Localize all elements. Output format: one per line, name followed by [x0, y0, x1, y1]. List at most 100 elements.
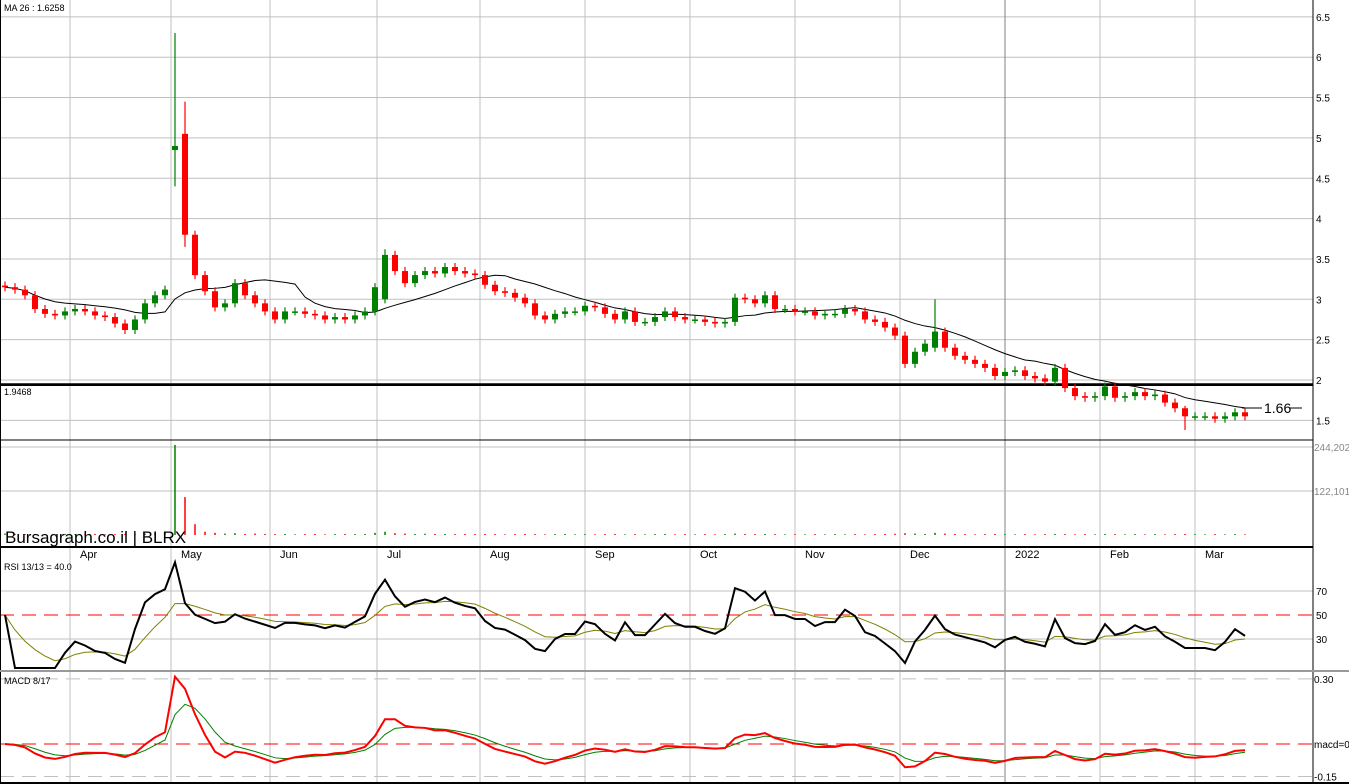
candle-body: [722, 321, 728, 324]
candle-body: [62, 311, 68, 316]
candle-body: [812, 311, 818, 316]
candle-body: [1102, 386, 1108, 397]
candle-body: [742, 297, 748, 300]
candle-body: [282, 311, 288, 320]
candle-body: [1222, 416, 1228, 419]
candle-body: [752, 299, 758, 304]
candle-body: [1192, 416, 1198, 418]
candle-body: [392, 254, 398, 272]
candle-body: [852, 308, 858, 312]
candle-body: [322, 315, 328, 320]
candle-body: [782, 308, 788, 311]
price-tick-label: 1.5: [1316, 416, 1330, 427]
rsi-tick-label: 70: [1316, 587, 1328, 598]
macd-tick-label: -0.15: [1314, 773, 1337, 784]
candle-body: [632, 311, 638, 322]
macd-label: MACD 8/17: [4, 676, 51, 686]
brand-watermark: Bursagraph.co.il | BLRX: [5, 528, 186, 547]
candle-body: [212, 291, 218, 308]
candle-body: [72, 308, 78, 312]
candle-body: [892, 327, 898, 336]
candle-body: [992, 367, 998, 376]
candle-body: [382, 254, 388, 300]
candle-body: [552, 313, 558, 320]
rsi-tick-label: 50: [1316, 611, 1328, 622]
candle-body: [1032, 375, 1038, 379]
candle-body: [462, 271, 468, 274]
ma-label: MA 26 : 1.6258: [4, 3, 65, 13]
candle-body: [272, 311, 278, 320]
price-tick-label: 6: [1316, 53, 1322, 64]
candle-body: [912, 351, 918, 364]
candle-body: [312, 313, 318, 316]
candle-body: [12, 287, 18, 290]
candle-body: [1232, 412, 1238, 417]
price-tick-label: 6.5: [1316, 13, 1330, 24]
candle-body: [762, 295, 768, 304]
stock-chart: 6.5 6 5.5 5 4.5 4 3.5 3 2.5 2 1.5 Apr May Jun Jul Aug Se…: [0, 0, 1349, 784]
candle-body: [562, 311, 568, 314]
candle-body: [1242, 412, 1248, 417]
candle-body: [52, 313, 58, 316]
candle-body: [512, 292, 518, 298]
candle-body: [772, 295, 778, 309]
month-label: Jun: [280, 549, 298, 561]
candle-body: [1122, 396, 1128, 398]
candle-body: [922, 343, 928, 352]
candle-body: [1062, 367, 1068, 389]
price-tick-label: 2: [1316, 376, 1322, 387]
candle-body: [822, 313, 828, 316]
candle-body: [1132, 392, 1138, 397]
candle-body: [422, 271, 428, 276]
candle-body: [712, 321, 718, 324]
month-label: Dec: [910, 549, 930, 561]
candle-body: [732, 297, 738, 322]
month-label: Feb: [1110, 549, 1129, 561]
candle-body: [842, 308, 848, 314]
price-tick-label: 3: [1316, 295, 1322, 306]
month-label: Nov: [805, 549, 825, 561]
candle-body: [522, 297, 528, 304]
month-label: Aug: [490, 549, 510, 561]
candle-body: [1072, 388, 1078, 397]
month-label: May: [181, 549, 202, 561]
candle-body: [262, 303, 268, 312]
candle-body: [902, 335, 908, 364]
candle-body: [972, 359, 978, 364]
candle-body: [142, 303, 148, 320]
rsi-label: RSI 13/13 = 40.0: [4, 562, 72, 572]
candle-body: [542, 315, 548, 320]
price-tick-label: 3.5: [1316, 255, 1330, 266]
candle-body: [192, 234, 198, 276]
candle-body: [22, 289, 28, 296]
candle-body: [652, 317, 658, 322]
price-tick-label: 4: [1316, 215, 1322, 226]
candle-body: [2, 285, 8, 288]
candle-body: [442, 267, 448, 274]
month-label: Jul: [387, 549, 401, 561]
candle-body: [932, 331, 938, 348]
price-tick-label: 5: [1316, 134, 1322, 145]
candle-body: [602, 307, 608, 314]
candle-body: [122, 323, 128, 330]
candle-body: [1212, 416, 1218, 419]
macd-tick-label: macd=0: [1314, 740, 1349, 751]
rsi-tick-label: 30: [1316, 635, 1328, 646]
candle-body: [202, 275, 208, 292]
candle-body: [1092, 396, 1098, 398]
candle-body: [42, 308, 48, 314]
candle-body: [882, 321, 888, 328]
candle-body: [162, 289, 168, 296]
candle-body: [532, 303, 538, 316]
candle-body: [292, 311, 298, 313]
candle-body: [1012, 370, 1018, 372]
last-price-label: 1.66: [1264, 400, 1291, 416]
candle-body: [132, 319, 138, 330]
candle-body: [572, 311, 578, 313]
candle-body: [92, 311, 98, 316]
candle-body: [232, 283, 238, 304]
candle-body: [1152, 394, 1158, 397]
candle-body: [942, 331, 948, 348]
candle-body: [1162, 394, 1168, 403]
candle-body: [672, 311, 678, 318]
